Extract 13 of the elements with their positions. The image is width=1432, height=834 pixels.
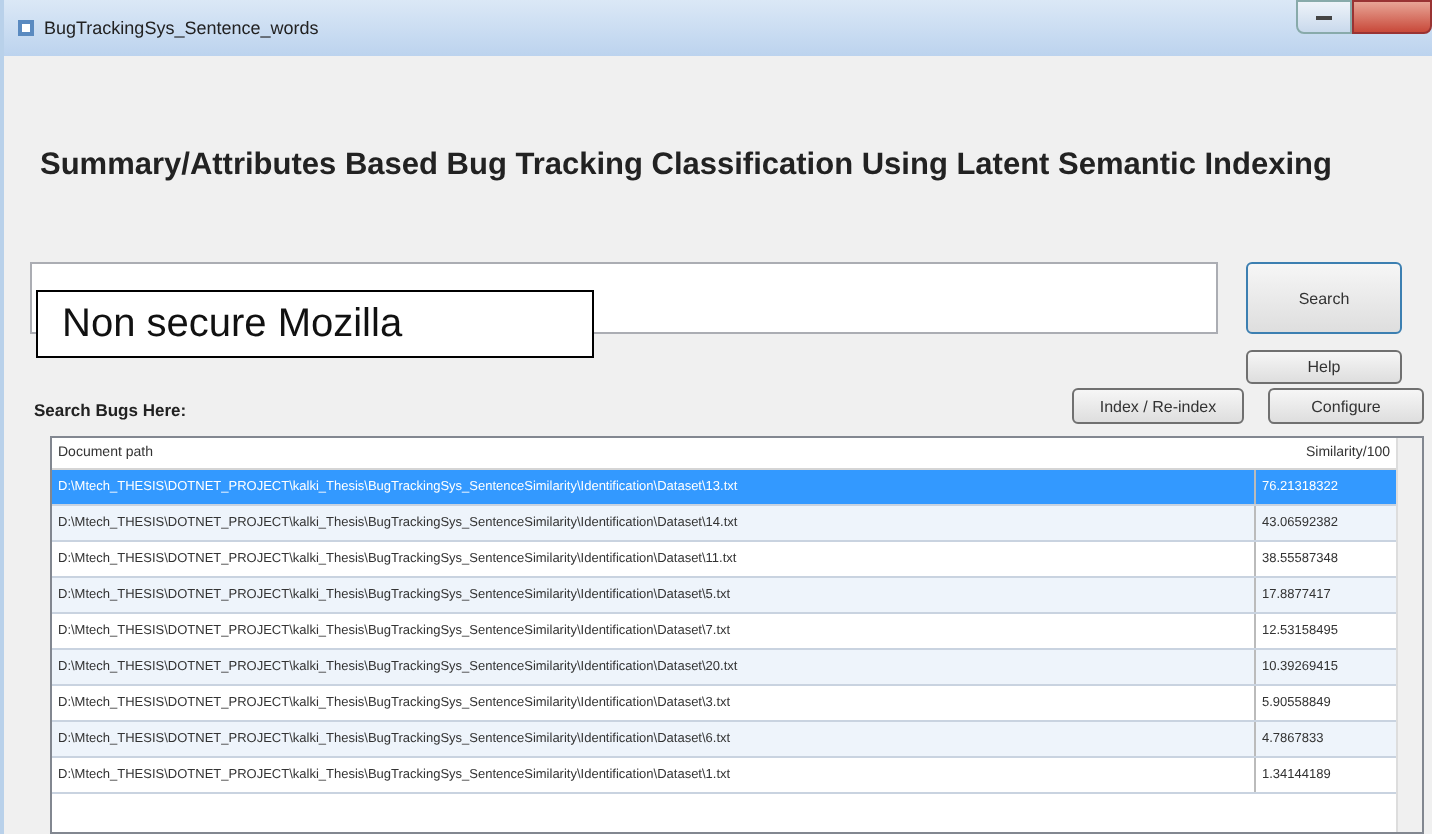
close-button[interactable] <box>1352 0 1432 34</box>
scrollbar[interactable] <box>1396 438 1422 832</box>
search-button[interactable]: Search <box>1246 262 1402 334</box>
search-label: Search Bugs Here: <box>34 400 187 420</box>
help-button[interactable]: Help <box>1246 350 1402 384</box>
app-heading: Summary/Attributes Based Bug Tracking Classification Using Latent Semantic Indexing <box>40 148 1334 184</box>
app-icon <box>16 18 36 38</box>
index-button[interactable]: Index / Re-index <box>1072 388 1244 424</box>
minimize-icon <box>1316 15 1332 19</box>
window-title: BugTrackingSys_Sentence_words <box>44 18 319 38</box>
configure-button[interactable]: Configure <box>1268 388 1424 424</box>
annotation-tooltip: Non secure Mozilla <box>36 290 594 358</box>
minimize-button[interactable] <box>1296 0 1352 34</box>
